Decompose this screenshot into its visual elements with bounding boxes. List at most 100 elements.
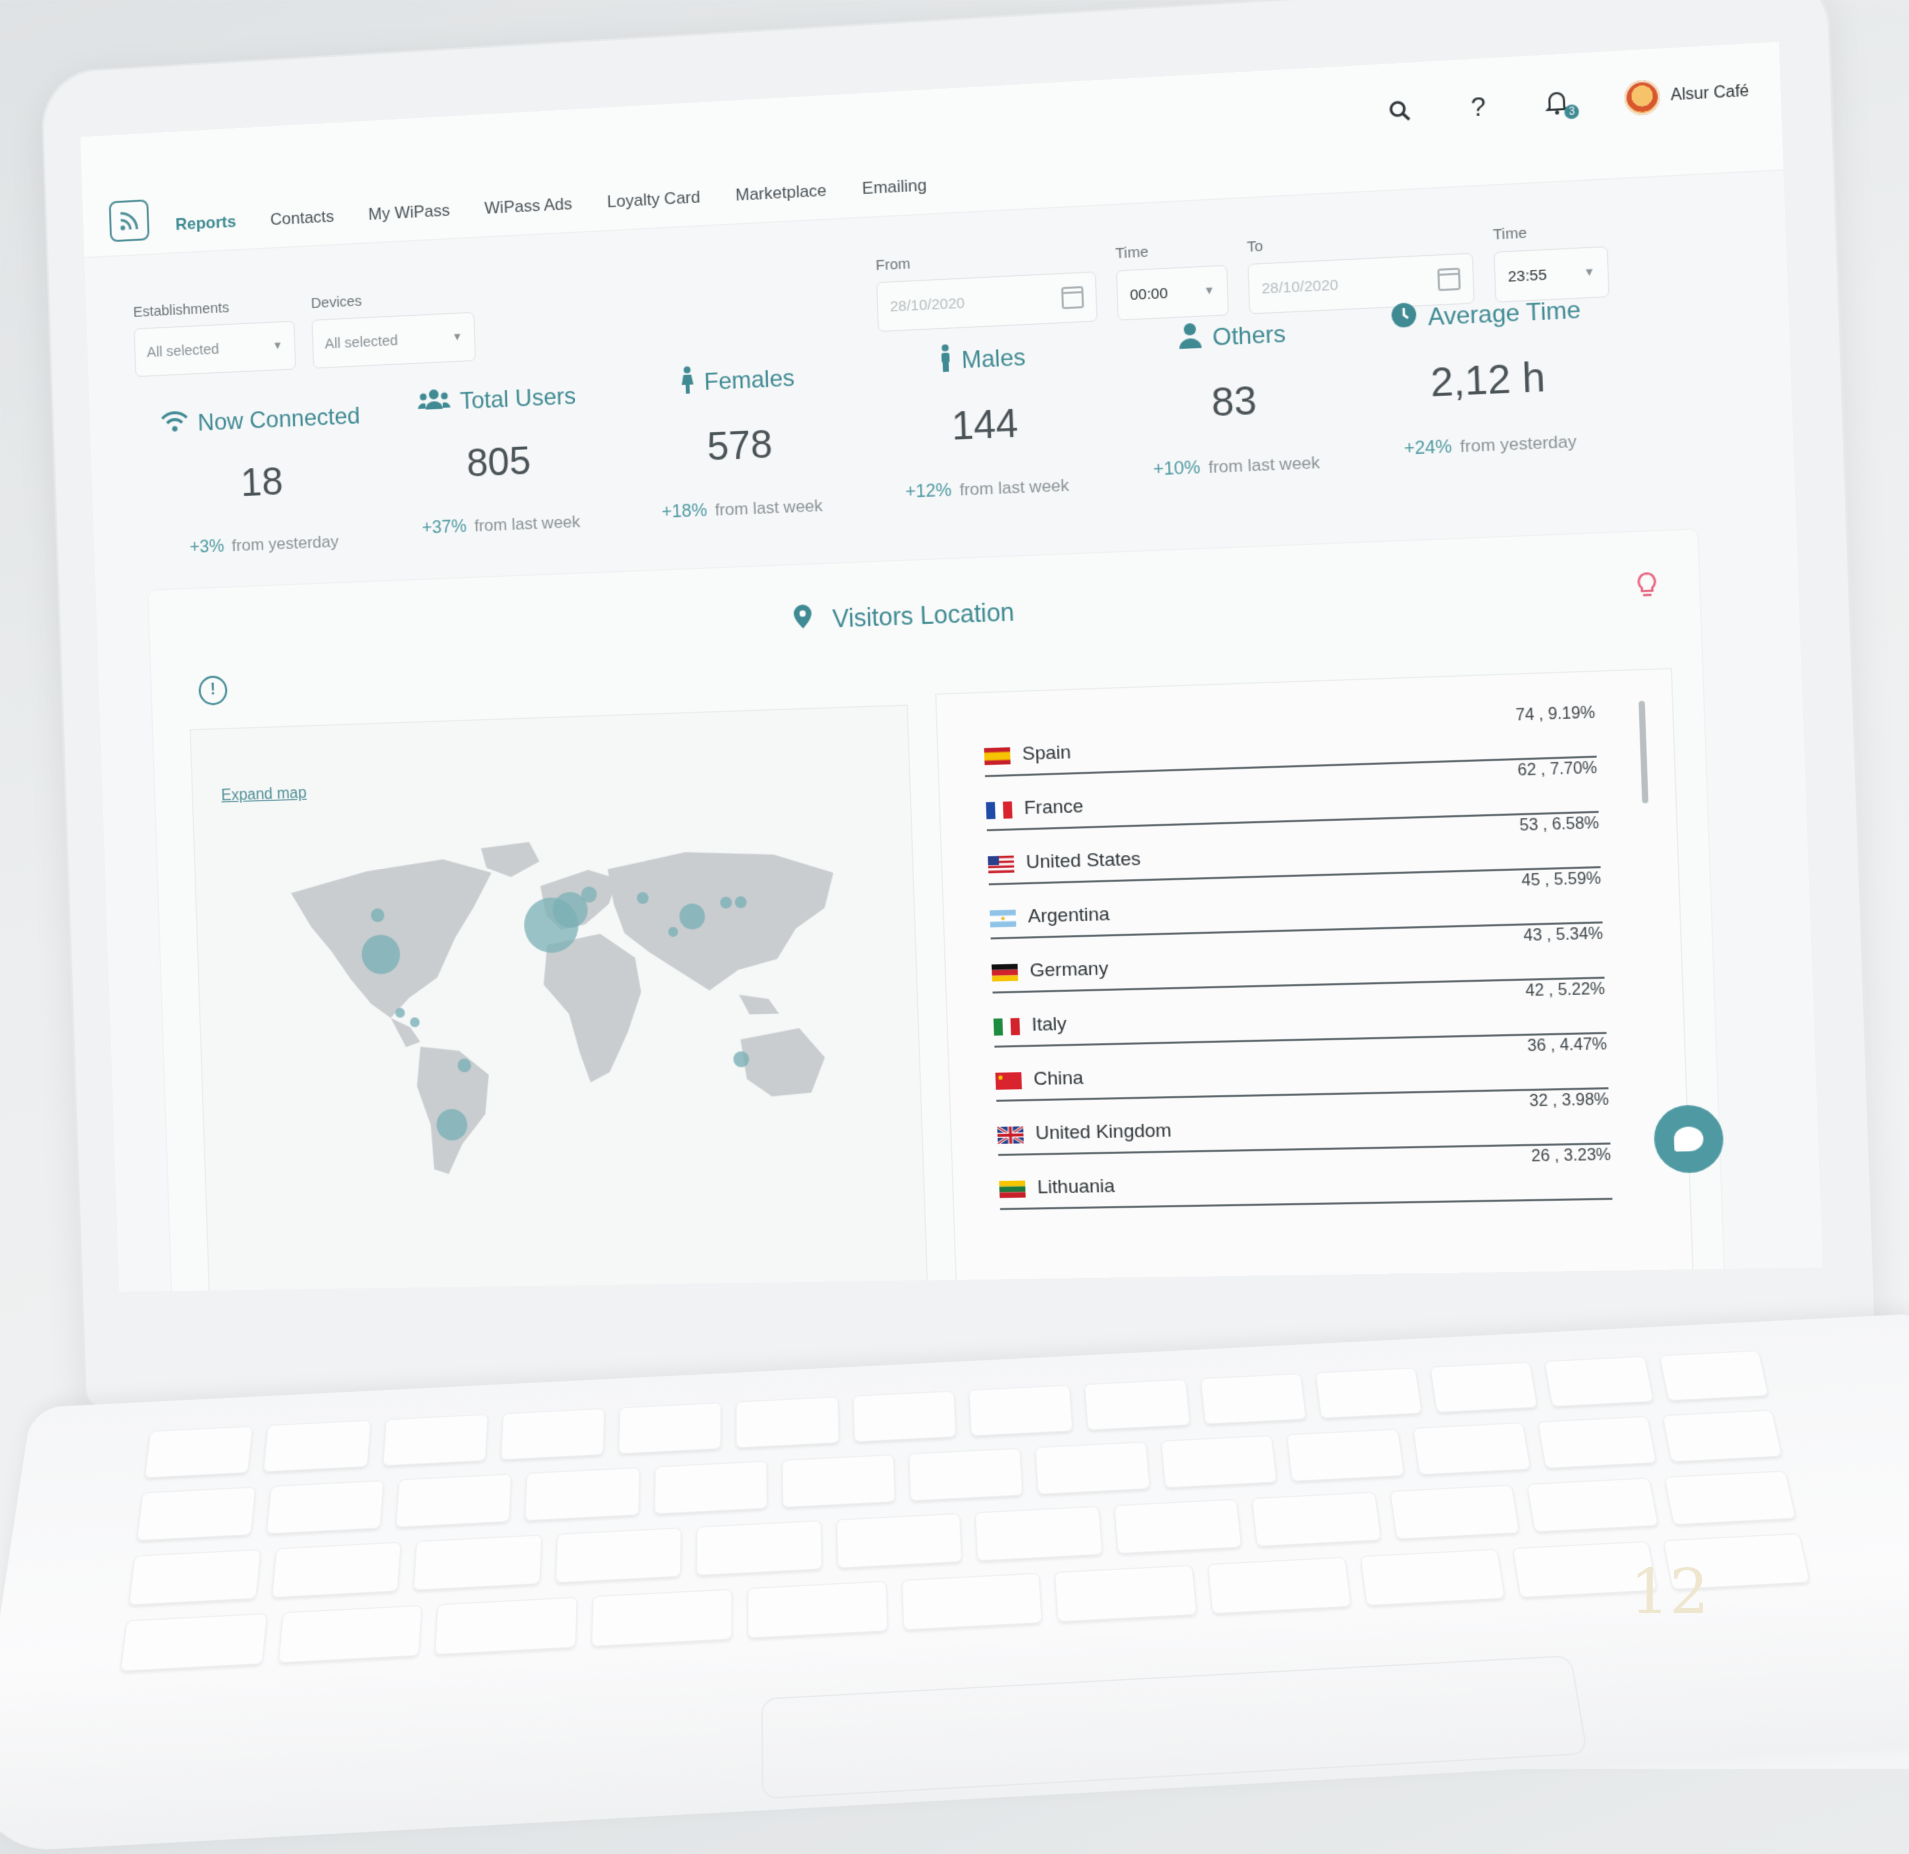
chevron-down-icon: ▼	[452, 331, 463, 343]
devices-select[interactable]: All selected ▼	[312, 312, 476, 369]
tab-wipass-ads[interactable]: WiPass Ads	[484, 194, 572, 222]
avatar	[1624, 79, 1661, 116]
stat-value: 18	[157, 456, 367, 509]
stat-change: +24%	[1404, 436, 1453, 458]
to-date-value: 28/10/2020	[1261, 276, 1338, 297]
lightbulb-icon[interactable]	[1636, 572, 1658, 607]
stat-total-users: Total Users 805 +37%from last week	[390, 380, 607, 540]
male-icon	[939, 344, 952, 380]
france-flag-icon	[986, 801, 1013, 819]
search-icon[interactable]	[1384, 95, 1416, 127]
world-map[interactable]	[251, 817, 864, 1187]
bell-icon[interactable]: 3	[1541, 86, 1573, 118]
italy-flag-icon	[993, 1018, 1020, 1036]
chat-bubble-icon	[1674, 1126, 1704, 1151]
tab-loyalty-card[interactable]: Loyalty Card	[607, 188, 701, 217]
devices-field: Devices All selected ▼	[311, 287, 476, 368]
country-name: Spain	[1022, 742, 1071, 766]
country-name: United Kingdom	[1035, 1120, 1172, 1145]
from-label: From	[875, 246, 1095, 274]
panel-title: Visitors Location	[150, 570, 1700, 659]
stat-change: +10%	[1153, 457, 1201, 479]
stat-period: from yesterday	[231, 532, 338, 555]
stat-period: from last week	[1208, 453, 1320, 477]
tab-contacts[interactable]: Contacts	[270, 207, 335, 234]
calendar-icon[interactable]	[1437, 268, 1460, 291]
wipass-logo-icon[interactable]	[109, 199, 150, 242]
time-from-field: Time 00:00 ▼	[1115, 240, 1229, 321]
time-from-label: Time	[1115, 240, 1227, 263]
stat-change: +3%	[189, 536, 224, 557]
country-value: 45 , 5.59%	[1521, 870, 1601, 891]
expand-map-link[interactable]: Expand map	[221, 785, 307, 805]
stat-value: 578	[631, 419, 848, 473]
stat-value: 144	[875, 398, 1096, 453]
clock-icon	[1390, 301, 1418, 336]
map-pin-icon	[794, 606, 820, 635]
country-list[interactable]: Spain 74 , 9.19% France 62 , 7.70% Unite…	[936, 669, 1693, 1292]
stat-value: 805	[392, 436, 606, 490]
stat-label: Now Connected	[197, 402, 360, 437]
notification-badge: 3	[1564, 104, 1579, 119]
user-name: Alsur Café	[1670, 83, 1749, 106]
from-field: From 28/10/2020	[875, 246, 1097, 332]
stat-label: Females	[704, 364, 795, 396]
united-kingdom-flag-icon	[997, 1126, 1024, 1144]
chevron-down-icon: ▼	[1584, 266, 1596, 279]
establishments-select[interactable]: All selected ▼	[134, 321, 296, 377]
country-name: Germany	[1029, 959, 1108, 983]
help-icon[interactable]: ?	[1462, 90, 1494, 122]
users-icon	[417, 387, 451, 419]
stat-label: Males	[961, 344, 1026, 375]
country-name: France	[1024, 796, 1084, 820]
from-date-input[interactable]: 28/10/2020	[876, 271, 1097, 332]
from-date-value: 28/10/2020	[890, 294, 965, 315]
tab-marketplace[interactable]: Marketplace	[735, 181, 827, 210]
visitors-location-panel: Visitors Location ! Expand map	[148, 529, 1724, 1291]
stat-label: Average Time	[1427, 296, 1581, 332]
laptop-base	[0, 1313, 1909, 1854]
world-map-container: Expand map	[191, 706, 928, 1292]
stat-period: from last week	[715, 496, 823, 519]
stat-males: Males 144 +12%from last week	[873, 337, 1098, 504]
calendar-icon[interactable]	[1061, 286, 1084, 309]
female-icon	[680, 366, 695, 401]
stat-value: 2,12 h	[1374, 353, 1603, 409]
list-item[interactable]: Lithuania 26 , 3.23%	[998, 1145, 1612, 1211]
country-name: United States	[1026, 849, 1141, 874]
devices-value: All selected	[324, 332, 398, 352]
time-to-field: Time 23:55 ▼	[1493, 221, 1610, 303]
app-screen: Reports Contacts My WiPass WiPass Ads Lo…	[80, 42, 1823, 1292]
tab-my-wipass[interactable]: My WiPass	[368, 201, 450, 229]
country-value: 26 , 3.23%	[1531, 1147, 1611, 1167]
time-to-value: 23:55	[1508, 266, 1548, 285]
stat-change: +12%	[905, 480, 952, 502]
country-value: 62 , 7.70%	[1517, 760, 1597, 781]
united-states-flag-icon	[988, 856, 1015, 874]
establishments-field: Establishments All selected ▼	[133, 296, 296, 377]
country-value: 53 , 6.58%	[1519, 815, 1599, 836]
country-name: Italy	[1031, 1014, 1067, 1037]
stat-average-time: Average Time 2,12 h +24%from yesterday	[1372, 293, 1605, 461]
time-from-select[interactable]: 00:00 ▼	[1116, 265, 1229, 321]
tab-reports[interactable]: Reports	[175, 212, 236, 239]
visitors-location-title: Visitors Location	[832, 599, 1015, 634]
person-icon	[1177, 322, 1202, 356]
country-value: 43 , 5.34%	[1523, 925, 1603, 945]
list-scrollbar[interactable]	[1639, 701, 1649, 804]
country-value: 32 , 3.98%	[1529, 1091, 1609, 1111]
time-to-label: Time	[1493, 221, 1608, 244]
establishments-value: All selected	[147, 340, 220, 360]
china-flag-icon	[995, 1072, 1022, 1090]
stat-females: Females 578 +18%from last week	[629, 359, 850, 524]
user-menu[interactable]: Alsur Café	[1624, 74, 1750, 116]
info-icon[interactable]: !	[198, 675, 227, 705]
establishments-label: Establishments	[133, 296, 294, 321]
wifi-icon	[160, 409, 189, 440]
country-name: Argentina	[1028, 904, 1110, 928]
argentina-flag-icon	[990, 910, 1017, 928]
lithuania-flag-icon	[999, 1181, 1026, 1199]
stat-change: +37%	[422, 516, 467, 537]
germany-flag-icon	[992, 964, 1019, 982]
tab-emailing[interactable]: Emailing	[862, 176, 927, 203]
